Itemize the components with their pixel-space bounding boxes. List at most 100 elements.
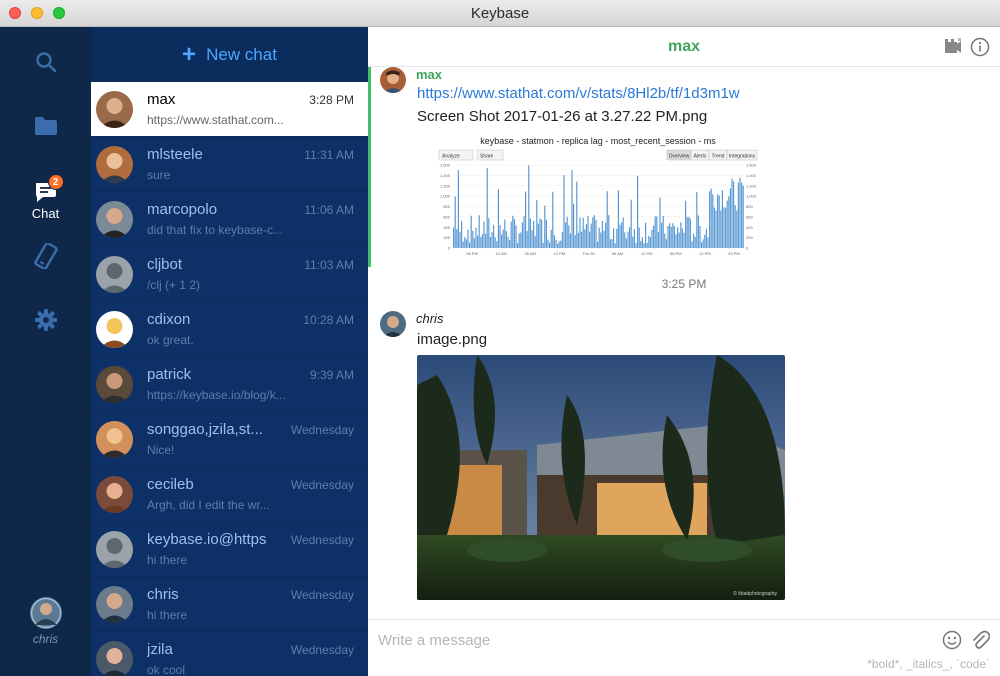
chart-bar [569, 233, 571, 248]
nav-folders[interactable] [0, 106, 91, 146]
chart-bar [643, 242, 645, 248]
chart-bar [630, 199, 632, 248]
chart-bar [613, 228, 615, 248]
chart-bar [553, 235, 555, 248]
chart-bar [521, 222, 523, 248]
chart-x-tick: 06 AM [612, 251, 623, 256]
conversation-time: Wednesday [290, 533, 354, 547]
chart-bar [531, 230, 533, 248]
chart-x-tick: 12 PM [641, 251, 653, 256]
conversation-row[interactable]: cecileb Wednesday Argh, did I edit the w… [91, 467, 368, 522]
message-composer: *bold*, _italics_, `code` [368, 619, 1000, 676]
chart-bar [614, 243, 616, 248]
chart-bar [645, 222, 647, 248]
chart-bar [605, 222, 607, 248]
chart-bar [560, 240, 562, 248]
current-user[interactable]: chris [0, 597, 91, 646]
chart-y-tick: 400 [443, 225, 450, 230]
shhh-icon[interactable] [943, 37, 963, 55]
chart-bar [657, 231, 659, 248]
avatar[interactable] [380, 311, 406, 337]
plus-icon: + [182, 40, 197, 68]
chart-bar [496, 241, 498, 248]
chart-bar [667, 225, 669, 248]
chart-bar [670, 226, 672, 248]
formatting-hint: *bold*, _italics_, `code` [867, 657, 990, 671]
chart-y-tick: 200 [443, 235, 450, 240]
conversation-name: max [147, 91, 176, 108]
chart-x-tick: 12 PM [554, 251, 566, 256]
message-max: max https://www.stathat.com/v/stats/8Hl2… [368, 67, 1000, 267]
nav-devices[interactable] [0, 236, 91, 276]
chart-bar [453, 227, 455, 248]
nav-settings[interactable] [0, 300, 91, 340]
chart-bar [691, 241, 693, 248]
chart-bar [520, 232, 522, 248]
chart-button-label: Analyze [442, 154, 460, 160]
conversation-row[interactable]: songgao,jzila,st... Wednesday Nice! [91, 412, 368, 467]
chart-y-tick: 0 [448, 246, 451, 251]
chart-bar [664, 233, 666, 248]
avatar [96, 531, 133, 568]
chart-bar [673, 226, 675, 248]
chart-bar [734, 205, 736, 248]
chart-bar [739, 177, 741, 248]
chart-title: keybase - statmon - replica lag - most_r… [480, 136, 716, 146]
conversation-row[interactable]: mlsteele 11:31 AM sure [91, 137, 368, 192]
left-nav: 2 Chat chris [0, 27, 91, 676]
chart-y-tick-right: 0 [746, 246, 749, 251]
chart-bar [704, 234, 706, 248]
conversation-row[interactable]: jzila Wednesday ok cool [91, 632, 368, 676]
chart-bar [717, 194, 719, 248]
chart-y-tick-right: 1,200 [746, 183, 757, 188]
chart-bar [654, 216, 656, 248]
chart-bar [581, 231, 583, 248]
new-chat-button[interactable]: + New chat [91, 27, 368, 82]
conversation-snippet: ok great. [147, 333, 194, 347]
conversation-row[interactable]: keybase.io@https Wednesday hi there [91, 522, 368, 577]
conversation-name: chris [147, 586, 179, 603]
chart-bar [637, 175, 639, 248]
conversation-snippet: hi there [147, 608, 188, 622]
avatar [96, 641, 133, 676]
chart-bar [582, 217, 584, 248]
conversation-row[interactable]: cdixon 10:28 AM ok great. [91, 302, 368, 357]
chart-y-tick-right: 1,600 [746, 163, 757, 168]
attachment-photo[interactable]: © kbadphotography [417, 355, 785, 600]
message-author[interactable]: max [416, 67, 442, 82]
chart-bar [472, 230, 474, 248]
conversation-pane: max max https://www.stathat.com/v/stats/… [368, 27, 1000, 676]
chart-bar [701, 242, 703, 248]
message-link[interactable]: https://www.stathat.com/v/stats/8Hl2b/tf… [417, 85, 740, 102]
chart-bar [680, 222, 682, 248]
emoji-icon[interactable] [942, 630, 962, 650]
avatar[interactable] [380, 67, 406, 93]
conversation-time: Wednesday [290, 588, 354, 602]
attachment-image[interactable]: keybase - statmon - replica lag - most_r… [436, 135, 761, 260]
chart-button-label: Share [480, 154, 494, 160]
nav-chat-label: Chat [31, 206, 60, 221]
chart-bar [542, 242, 544, 248]
chart-bar [566, 216, 568, 248]
chart-x-tick: 06 AM [525, 251, 536, 256]
chart-bar [499, 225, 501, 248]
chart-bar [689, 218, 691, 248]
conversation-row[interactable]: chris Wednesday hi there [91, 577, 368, 632]
chart-bar [705, 228, 707, 248]
conversation-row[interactable]: cljbot 11:03 AM /clj (+ 1 2) [91, 247, 368, 302]
conversation-row[interactable]: max 3:28 PM https://www.stathat.com... [91, 82, 368, 137]
chart-bar [473, 238, 475, 248]
conversation-row[interactable]: marcopolo 11:06 AM did that fix to keyba… [91, 192, 368, 247]
info-icon[interactable] [970, 37, 990, 57]
attachment-icon[interactable] [970, 630, 990, 650]
nav-chat[interactable]: 2 Chat [0, 174, 91, 225]
message-author[interactable]: chris [416, 311, 443, 326]
chart-bar [574, 235, 576, 248]
nav-search[interactable] [0, 42, 91, 82]
chart-x-tick: 12 AM [495, 251, 506, 256]
conversation-row[interactable]: patrick 9:39 AM https://keybase.io/blog/… [91, 357, 368, 412]
message-input[interactable] [378, 628, 928, 652]
chart-bar [611, 238, 613, 248]
timestamp-divider: 3:25 PM [661, 277, 707, 291]
chart-bar [600, 232, 602, 248]
